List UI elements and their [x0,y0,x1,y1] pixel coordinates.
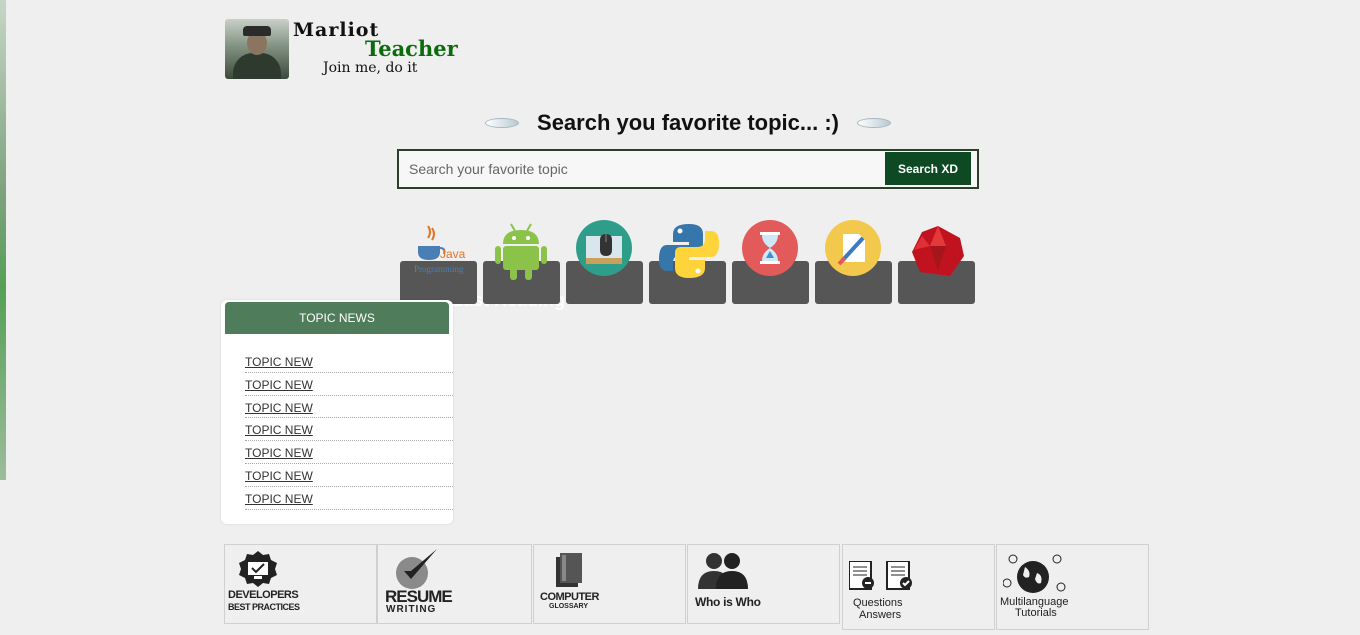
feather-left-icon [485,118,520,128]
design-tools-icon [825,220,881,276]
svg-text:Programming: Programming [414,264,464,274]
multilanguage-tile[interactable]: Multilanguage Tutorials [996,544,1149,630]
who-is-who-tile[interactable]: Who is Who [687,544,840,624]
category-java[interactable]: Java Programming [398,214,478,306]
list-item: TOPIC NEW [245,396,453,419]
category-mouse[interactable] [564,214,644,306]
background-image-strip [0,0,6,480]
list-item: TOPIC NEW [245,373,453,396]
checkmark-badge-icon [396,549,437,589]
category-android[interactable] [481,214,561,306]
monitor-badge-icon [239,551,277,587]
topic-news-link[interactable]: TOPIC NEW [245,378,313,392]
glossary-tile[interactable]: COMPUTER GLOSSARY [533,544,686,624]
svg-text:Java: Java [440,247,466,261]
topic-news-link[interactable]: TOPIC NEW [245,355,313,369]
mouse-icon [576,220,632,276]
people-icon [698,553,748,589]
topic-news-link[interactable]: TOPIC NEW [245,401,313,415]
hourglass-icon [742,220,798,276]
category-hourglass[interactable] [730,214,810,306]
search-heading: Search you favorite topic... :) [480,108,896,138]
logo-line2: Teacher [365,36,458,61]
questions-answers-icon [849,561,912,590]
topic-news-link[interactable]: TOPIC NEW [245,446,313,460]
tile-label: Questions [853,597,903,609]
list-item: TOPIC NEW [245,441,453,464]
tile-sublabel: BEST PRACTICES [228,602,300,612]
category-design-tools[interactable] [813,214,893,306]
feather-right-icon [856,118,891,128]
topic-news-header: TOPIC NEWS [225,302,449,334]
search-input[interactable] [399,151,885,187]
python-icon [659,220,719,278]
qa-tile[interactable]: Questions Answers [842,544,995,630]
logo-tagline: Join me, do it [323,60,418,76]
topic-news-link[interactable]: TOPIC NEW [245,469,313,483]
tile-label: DEVELOPERS [228,589,299,601]
tile-label: Who is Who [695,595,761,609]
tile-sublabel: Tutorials [1015,607,1057,619]
search-button[interactable]: Search XD [885,152,971,185]
category-python[interactable] [647,214,727,306]
site-logo[interactable]: Marliot Teacher Join me, do it [221,15,471,79]
topic-news-panel: TOPIC NEWS TOPIC NEW TOPIC NEW TOPIC NEW… [221,300,453,524]
resume-tile[interactable]: RESUME WRITING [377,544,532,624]
tile-sublabel: Answers [859,609,902,621]
ruby-icon [908,220,964,276]
category-ruby[interactable] [896,214,976,306]
tile-sublabel: GLOSSARY [549,603,589,610]
list-item: TOPIC NEW [245,350,453,373]
developers-tile[interactable]: DEVELOPERS BEST PRACTICES [224,544,377,624]
list-item: TOPIC NEW [245,418,453,442]
list-item: TOPIC NEW [245,487,453,510]
page-title: Search you favorite topic... :) [537,110,839,135]
book-icon [556,553,582,587]
tile-label: COMPUTER [540,591,599,603]
topic-news-list: TOPIC NEW TOPIC NEW TOPIC NEW TOPIC NEW … [245,350,453,510]
search-bar: Search XD [397,149,979,189]
avatar [225,19,289,79]
tile-sublabel: WRITING [386,604,437,615]
java-icon: Java Programming [410,220,466,276]
topic-news-link[interactable]: TOPIC NEW [245,492,313,506]
globe-icon [1003,554,1066,593]
list-item: TOPIC NEW [245,464,453,487]
topic-news-link[interactable]: TOPIC NEW [245,423,313,437]
android-icon [493,220,549,280]
